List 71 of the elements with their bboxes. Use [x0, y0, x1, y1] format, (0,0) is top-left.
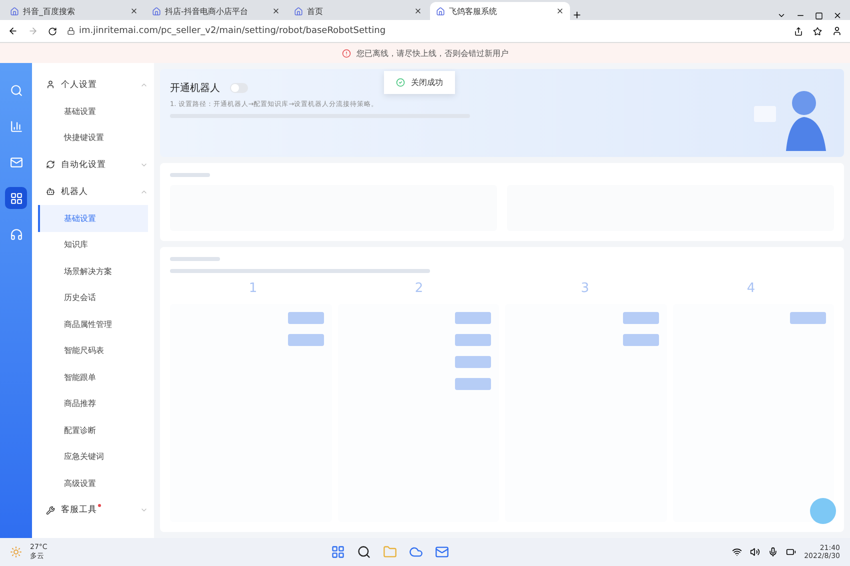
bar-chart-icon[interactable]	[10, 120, 22, 132]
close-icon[interactable]	[272, 7, 280, 15]
chevron-down-icon	[140, 506, 148, 514]
refresh-icon	[46, 160, 55, 169]
grid-icon[interactable]	[10, 192, 22, 204]
grid-button[interactable]	[5, 187, 27, 209]
user-icon	[46, 80, 55, 89]
menu-item[interactable]: 配置诊断	[38, 417, 148, 444]
menu-item[interactable]: 智能跟单	[38, 364, 148, 390]
page-icon	[152, 6, 161, 16]
menu-item[interactable]: 知识库	[38, 232, 148, 258]
menu-group[interactable]: 自动化设置	[38, 151, 148, 178]
reload-icon[interactable]	[48, 26, 57, 36]
menu-item[interactable]: 快捷键设置	[38, 124, 148, 151]
weather-icon	[10, 546, 22, 558]
mail-icon[interactable]	[434, 545, 449, 559]
share-icon[interactable]	[794, 26, 803, 36]
menu-item[interactable]: 商品属性管理	[38, 311, 148, 338]
step-number: 1	[248, 281, 258, 296]
mic-icon	[768, 547, 778, 557]
menu-item[interactable]: 基础设置	[38, 205, 148, 232]
star-icon[interactable]	[813, 26, 822, 36]
step-number: 3	[580, 281, 590, 296]
menu-item[interactable]: 场景解决方案	[38, 258, 148, 284]
new-tab-icon[interactable]	[572, 10, 582, 20]
search-icon[interactable]	[356, 545, 371, 559]
url-field[interactable]: im.jinritemai.com/pc_seller_v2/main/setting/robot/baseRobotSetting	[79, 26, 386, 36]
robot-icon	[46, 187, 55, 196]
alert-icon	[342, 48, 350, 58]
blurred-text	[170, 173, 210, 177]
browser-tab[interactable]: 抖店-抖音电商小店平台	[146, 2, 286, 20]
step-number: 2	[414, 281, 424, 296]
browser-tab[interactable]: 飞鸽客服系统	[430, 2, 570, 20]
cloud-icon[interactable]	[408, 545, 423, 559]
step-number: 4	[746, 281, 756, 296]
volume-icon	[750, 547, 760, 557]
browser-tab[interactable]: 抖音_百度搜索	[4, 2, 144, 20]
menu-group[interactable]: 个人设置	[38, 71, 148, 98]
page-icon	[436, 6, 445, 16]
menu-item[interactable]: 历史会话	[38, 284, 148, 311]
menu-group[interactable]: 客服工具	[38, 496, 148, 524]
check-icon	[396, 78, 405, 87]
chevron-icon[interactable]	[777, 11, 786, 20]
wifi-icon	[732, 547, 742, 557]
lock-icon	[67, 27, 75, 35]
offline-notice: 您已离线，请尽快上线，否则会错过新用户	[356, 48, 508, 58]
robot-title: 开通机器人	[170, 82, 220, 95]
blurred-text	[170, 257, 220, 261]
menu-group[interactable]: 机器人	[38, 178, 148, 205]
menu-item[interactable]: 商品推荐	[38, 390, 148, 417]
page-icon	[10, 6, 19, 16]
battery-icon	[786, 547, 796, 557]
wrench-icon	[46, 506, 55, 514]
menu-item[interactable]: 基础设置	[38, 98, 148, 124]
headset-icon[interactable]	[10, 228, 22, 240]
browser-tab[interactable]: 首页	[288, 2, 428, 20]
start-icon[interactable]	[330, 545, 345, 559]
toast-text: 关闭成功	[411, 77, 443, 88]
menu-item[interactable]: 高级设置	[38, 470, 148, 496]
menu-item[interactable]: 智能尺码表	[38, 338, 148, 364]
maximize-icon[interactable]	[815, 12, 823, 20]
close-icon[interactable]	[833, 11, 842, 20]
close-icon[interactable]	[130, 7, 138, 15]
page-icon	[294, 6, 303, 16]
close-icon[interactable]	[556, 7, 564, 15]
close-icon[interactable]	[414, 7, 422, 15]
menu-item[interactable]: 应急关键词	[38, 444, 148, 470]
robot-switch[interactable]	[230, 83, 248, 93]
back-icon[interactable]	[8, 26, 18, 36]
forward-icon[interactable]	[28, 26, 38, 36]
profile-icon[interactable]	[832, 26, 842, 36]
